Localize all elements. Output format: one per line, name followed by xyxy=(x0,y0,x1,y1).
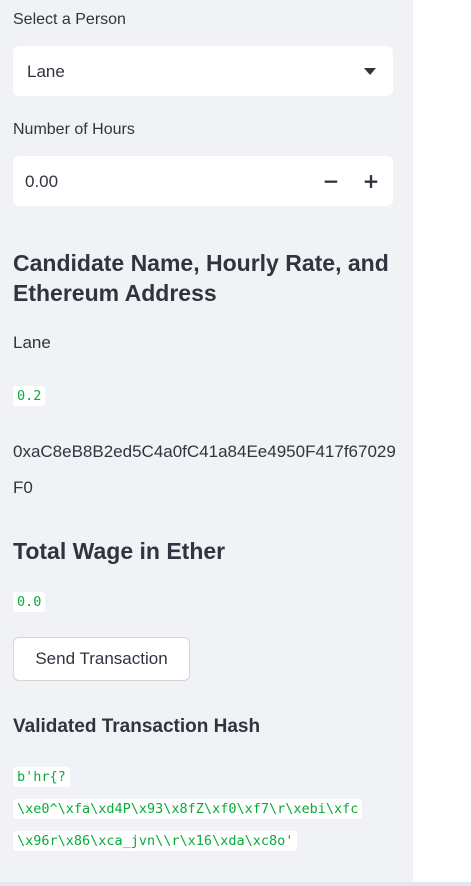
increment-button[interactable]: + xyxy=(351,156,391,206)
candidate-name: Lane xyxy=(13,333,51,352)
candidate-heading: Candidate Name, Hourly Rate, and Ethereu… xyxy=(13,250,389,306)
wage-heading: Total Wage in Ether xyxy=(13,538,226,564)
send-transaction-button[interactable]: Send Transaction xyxy=(13,637,190,681)
hash-line-2: \xe0^\xfa\xd4P\x93\x8fZ\xf0\xf7\r\xebi\x… xyxy=(13,799,363,819)
sidebar: Select a Person Lane Number of Hours 0.0… xyxy=(0,0,413,882)
chevron-down-icon[interactable] xyxy=(364,68,376,75)
hours-label: Number of Hours xyxy=(13,121,135,138)
hash-line-3: \x96r\x86\xca_jvn\\r\x16\xda\xc8o' xyxy=(13,831,298,851)
person-select[interactable]: Lane xyxy=(13,46,393,96)
hash-line-1: b'hr{? xyxy=(13,767,70,787)
hourly-rate: 0.2 xyxy=(13,386,46,406)
person-select-value: Lane xyxy=(27,62,65,81)
total-wage: 0.0 xyxy=(13,592,46,612)
bottom-divider xyxy=(0,882,471,886)
hours-input[interactable]: 0.00 − + xyxy=(13,156,393,206)
eth-address: 0xaC8eB8B2ed5C4a0fC41a84Ee4950F417f67029… xyxy=(13,442,396,497)
hours-value[interactable]: 0.00 xyxy=(25,172,58,192)
decrement-button[interactable]: − xyxy=(311,156,351,206)
select-person-label: Select a Person xyxy=(13,11,126,28)
hash-heading: Validated Transaction Hash xyxy=(13,716,261,737)
